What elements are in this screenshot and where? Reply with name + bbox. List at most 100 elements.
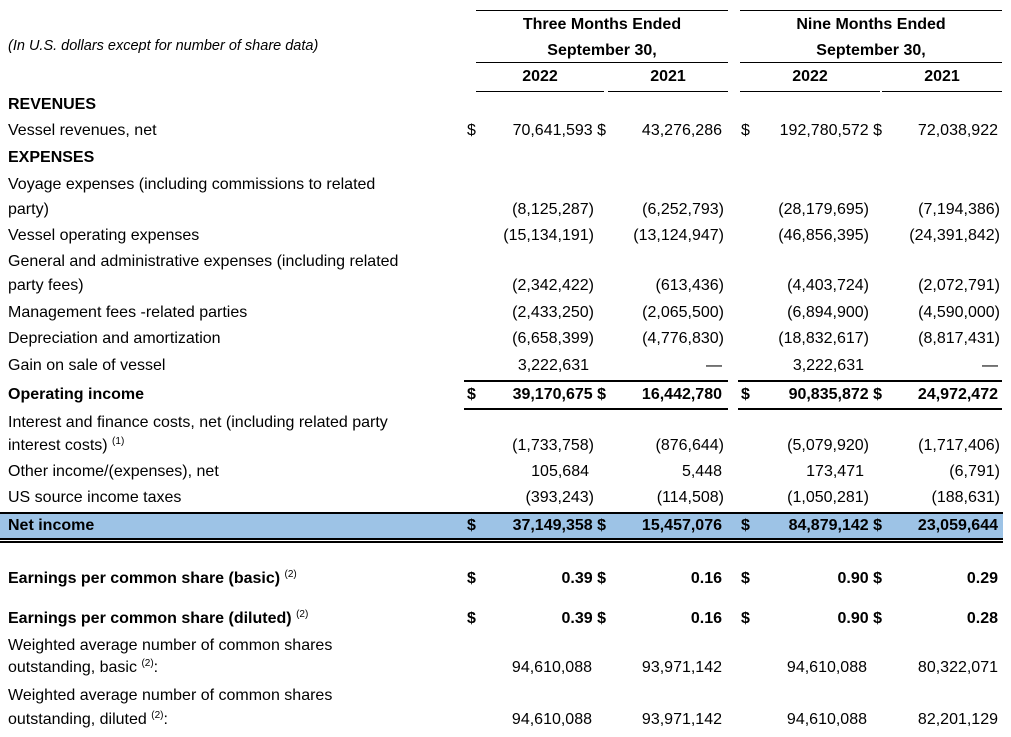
row-label: Management fees -related parties [8, 304, 248, 321]
value-cell: (2,065,500) [642, 304, 724, 321]
footnote-marker: (1) [112, 436, 125, 447]
header-mid-rule [740, 62, 1002, 63]
value-cell: 0.90 $ [837, 610, 883, 627]
value-cell: 16,442,780 [641, 386, 722, 403]
value-cell: (4,776,830) [642, 330, 724, 347]
total-rule [882, 408, 1002, 410]
three-months-header: Three Months Ended September 30, [522, 16, 682, 59]
footnote-marker: (2) [284, 569, 297, 580]
value-cell: 94,610,088 [511, 711, 592, 728]
value-cell: (188,631) [931, 489, 1001, 506]
value-cell: 15,457,076 [641, 517, 722, 534]
row-label: Operating income [8, 386, 145, 403]
row-label: US source income taxes [8, 489, 182, 506]
value-cell: (6,791) [949, 463, 1000, 480]
value-cell: 0.16 [690, 610, 722, 627]
value-cell: 70,641,593 $ [512, 122, 606, 139]
value-cell: 80,322,071 [917, 659, 998, 676]
value-cell: 93,971,142 [641, 659, 722, 676]
value-cell: 0.90 $ [837, 570, 883, 587]
section-expenses: EXPENSES [8, 149, 95, 166]
row-label: Voyage expenses (including commissions t… [8, 176, 376, 193]
total-rule [464, 408, 608, 410]
year-underline [608, 91, 728, 92]
value-cell: 24,972,472 [917, 386, 998, 403]
value-cell: (613,436) [655, 277, 725, 294]
value-cell: 0.28 [966, 610, 998, 627]
value-cell: (28,179,695) [778, 201, 869, 218]
value-cell: (5,079,920) [787, 437, 869, 454]
value-cell: (1,050,281) [787, 489, 869, 506]
value-cell: (1,717,406) [918, 437, 1000, 454]
row-label: Gain on sale of vessel [8, 357, 166, 374]
value-cell: 94,610,088 [786, 711, 867, 728]
value-cell: (13,124,947) [633, 227, 724, 244]
value-cell: (2,072,791) [918, 277, 1000, 294]
value-cell: 173,471 [806, 463, 864, 480]
row-label: Other income/(expenses), net [8, 463, 219, 480]
row-label: Weighted average number of common shares [8, 687, 333, 704]
value-cell: 3,222,631 [792, 357, 864, 374]
value-cell: 43,276,286 [641, 122, 722, 139]
value-cell: — [982, 357, 998, 374]
value-cell: 84,879,142 $ [788, 517, 882, 534]
units-note: (In U.S. dollars except for number of sh… [8, 38, 319, 54]
value-cell: 72,038,922 [917, 122, 998, 139]
value-cell: (876,644) [655, 437, 725, 454]
value-cell: 0.39 $ [561, 570, 607, 587]
value-cell: 192,780,572 $ [779, 122, 882, 139]
value-cell: 5,448 [681, 463, 722, 480]
header-mid-rule [476, 62, 728, 63]
value-cell: (24,391,842) [909, 227, 1000, 244]
value-cell: (6,658,399) [512, 330, 594, 347]
nine-months-header: Nine Months Ended September 30, [796, 16, 946, 59]
value-cell: (8,125,287) [512, 201, 594, 218]
value-cell: 105,684 [531, 463, 589, 480]
row-label: outstanding, diluted (2): [8, 710, 168, 729]
value-cell: 93,971,142 [641, 711, 722, 728]
header-top-rule [476, 10, 728, 11]
value-cell: (4,590,000) [918, 304, 1000, 321]
value-cell: (46,856,395) [778, 227, 869, 244]
value-cell: (6,252,793) [642, 201, 724, 218]
row-label: party fees) [8, 277, 84, 294]
value-cell: (2,342,422) [512, 277, 594, 294]
value-cell: 0.29 [966, 570, 998, 587]
footnote-marker: (2) [151, 710, 164, 721]
value-cell: (18,832,617) [778, 330, 869, 347]
double-rule [0, 541, 1003, 543]
row-label: interest costs) (1) [8, 436, 125, 455]
value-cell: 82,201,129 [917, 711, 998, 728]
total-rule [738, 408, 882, 410]
total-rule [608, 408, 728, 410]
value-cell: — [706, 357, 722, 374]
value-cell: 0.39 $ [561, 610, 607, 627]
value-cell: 94,610,088 [786, 659, 867, 676]
footnote-marker: (2) [296, 609, 309, 620]
value-cell: 23,059,644 [917, 517, 998, 534]
year-underline [740, 91, 880, 92]
row-label: Earnings per common share (basic) (2) [8, 569, 297, 588]
year-header: 2021 [650, 68, 686, 85]
year-header: 2021 [924, 68, 960, 85]
value-cell: 37,149,358 $ [512, 517, 606, 534]
value-cell: (393,243) [525, 489, 595, 506]
double-rule [0, 538, 1003, 540]
value-cell: (114,508) [656, 489, 724, 506]
row-label: Vessel operating expenses [8, 227, 200, 244]
value-cell: (1,733,758) [512, 437, 594, 454]
value-cell: (4,403,724) [787, 277, 869, 294]
header-top-rule [740, 10, 1002, 11]
row-label: Vessel revenues, net [8, 122, 157, 139]
year-underline [882, 91, 1002, 92]
value-cell: (6,894,900) [787, 304, 869, 321]
footnote-marker: (2) [141, 658, 154, 669]
value-cell: (7,194,386) [918, 201, 1000, 218]
value-cell: 90,835,872 $ [788, 386, 882, 403]
value-cell: 94,610,088 [511, 659, 592, 676]
value-cell: 0.16 [690, 570, 722, 587]
section-revenues: REVENUES [8, 96, 97, 113]
row-label: party) [8, 201, 49, 218]
value-cell: (15,134,191) [503, 227, 594, 244]
year-underline [476, 91, 604, 92]
